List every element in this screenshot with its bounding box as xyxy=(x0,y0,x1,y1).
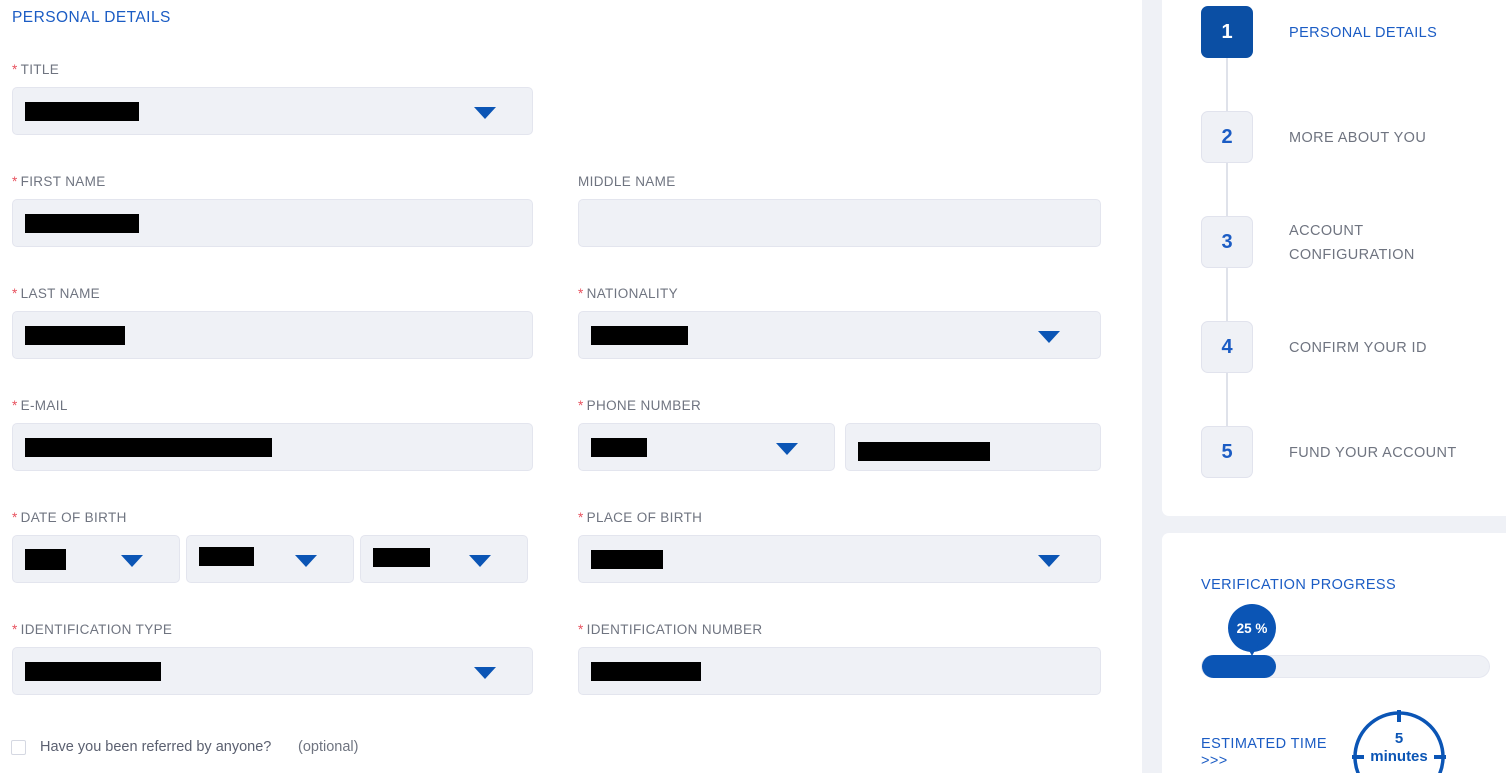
field-identification-type-label: * IDENTIFICATION TYPE xyxy=(12,622,173,637)
required-asterisk: * xyxy=(578,398,584,413)
field-first-name-label: * FIRST NAME xyxy=(12,174,106,189)
field-date-of-birth: * DATE OF BIRTH xyxy=(12,510,528,583)
step-3-badge[interactable]: 3 xyxy=(1201,216,1253,268)
field-identification-number: * IDENTIFICATION NUMBER xyxy=(578,622,1101,695)
redacted-value xyxy=(25,662,161,681)
required-asterisk: * xyxy=(578,510,584,525)
redacted-value xyxy=(25,326,125,345)
redacted-value xyxy=(373,548,430,567)
progress-bar-fill xyxy=(1202,655,1276,678)
field-phone-number: * PHONE NUMBER xyxy=(578,398,1101,471)
middle-name-input[interactable] xyxy=(578,199,1101,247)
sidebar-item-account-configuration[interactable]: ACCOUNT CONFIGURATION xyxy=(1289,219,1419,267)
sidebar-item-confirm-your-id[interactable]: CONFIRM YOUR ID xyxy=(1289,336,1469,360)
required-asterisk: * xyxy=(12,62,18,77)
chevron-down-icon xyxy=(1038,331,1060,343)
sidebar-item-personal-details[interactable]: PERSONAL DETAILS xyxy=(1289,21,1469,45)
progress-percent-label: 25 % xyxy=(1236,620,1268,636)
required-asterisk: * xyxy=(12,174,18,189)
field-place-of-birth: * PLACE OF BIRTH xyxy=(578,510,1101,583)
field-identification-number-label: * IDENTIFICATION NUMBER xyxy=(578,622,763,637)
referral-optional-note: (optional) xyxy=(298,739,359,755)
chevron-down-icon xyxy=(474,667,496,679)
chevron-down-icon xyxy=(1038,555,1060,567)
redacted-value xyxy=(591,550,663,569)
required-asterisk: * xyxy=(12,398,18,413)
field-email-label: * E-MAIL xyxy=(12,398,68,413)
step-4-badge[interactable]: 4 xyxy=(1201,321,1253,373)
identification-number-input[interactable] xyxy=(578,647,1101,695)
field-place-of-birth-label: * PLACE OF BIRTH xyxy=(578,510,703,525)
registration-page: PERSONAL DETAILS * TITLE * FIRST NAME MIDD… xyxy=(0,0,1506,773)
redacted-value xyxy=(25,438,272,457)
chevron-down-icon xyxy=(776,443,798,455)
step-5-number: 5 xyxy=(1221,440,1233,463)
chevron-down-icon xyxy=(469,555,491,567)
step-1-number: 1 xyxy=(1221,20,1233,43)
step-3-number: 3 xyxy=(1221,230,1233,253)
title-select[interactable] xyxy=(12,87,533,135)
field-identification-type: * IDENTIFICATION TYPE xyxy=(12,622,533,695)
required-asterisk: * xyxy=(12,286,18,301)
referral-question-label: Have you been referred by anyone? xyxy=(40,739,272,755)
field-email: * E-MAIL xyxy=(12,398,533,471)
clock-unit: minutes xyxy=(1370,748,1428,765)
required-asterisk: * xyxy=(12,622,18,637)
field-last-name-label: * LAST NAME xyxy=(12,286,101,301)
estimated-time-label: ESTIMATED TIME >>> xyxy=(1201,736,1327,769)
referral-checkbox[interactable] xyxy=(11,740,26,755)
required-asterisk: * xyxy=(578,286,584,301)
step-2-number: 2 xyxy=(1221,125,1233,148)
redacted-value xyxy=(591,662,701,681)
redacted-value xyxy=(591,326,688,345)
page-title: PERSONAL DETAILS xyxy=(12,9,171,26)
field-phone-number-label: * PHONE NUMBER xyxy=(578,398,702,413)
sidebar-item-more-about-you[interactable]: MORE ABOUT YOU xyxy=(1289,126,1469,150)
step-4-number: 4 xyxy=(1221,335,1233,358)
required-asterisk: * xyxy=(12,510,18,525)
chevron-down-icon xyxy=(474,107,496,119)
redacted-value xyxy=(25,549,66,570)
phone-country-code-select[interactable] xyxy=(578,423,835,471)
chevron-down-icon xyxy=(121,555,143,567)
dob-day-select[interactable] xyxy=(12,535,180,583)
field-nationality: * NATIONALITY xyxy=(578,286,1101,359)
estimated-time-arrows: >>> xyxy=(1201,753,1228,769)
dob-month-select[interactable] xyxy=(186,535,354,583)
field-title-label: * TITLE xyxy=(12,62,60,77)
progress-badge-pointer-icon xyxy=(1245,643,1259,656)
redacted-value xyxy=(591,438,647,457)
verification-progress-title: VERIFICATION PROGRESS xyxy=(1201,577,1397,593)
identification-type-select[interactable] xyxy=(12,647,533,695)
redacted-value xyxy=(858,442,990,461)
field-middle-name-label: MIDDLE NAME xyxy=(578,174,676,189)
place-of-birth-select[interactable] xyxy=(578,535,1101,583)
progress-bar-track xyxy=(1201,655,1490,678)
email-input[interactable] xyxy=(12,423,533,471)
field-last-name: * LAST NAME xyxy=(12,286,533,359)
redacted-value xyxy=(199,547,254,566)
field-nationality-label: * NATIONALITY xyxy=(578,286,678,301)
field-middle-name: MIDDLE NAME xyxy=(578,174,1101,247)
phone-number-input[interactable] xyxy=(845,423,1101,471)
field-date-of-birth-label: * DATE OF BIRTH xyxy=(12,510,127,525)
step-1-badge[interactable]: 1 xyxy=(1201,6,1253,58)
field-title: * TITLE xyxy=(12,62,533,135)
dob-year-select[interactable] xyxy=(360,535,528,583)
step-5-badge[interactable]: 5 xyxy=(1201,426,1253,478)
redacted-value xyxy=(25,214,139,233)
redacted-value xyxy=(25,102,139,121)
clock-number: 5 xyxy=(1394,730,1404,747)
nationality-select[interactable] xyxy=(578,311,1101,359)
sidebar-item-fund-your-account[interactable]: FUND YOUR ACCOUNT xyxy=(1289,441,1479,465)
first-name-input[interactable] xyxy=(12,199,533,247)
field-first-name: * FIRST NAME xyxy=(12,174,533,247)
last-name-input[interactable] xyxy=(12,311,533,359)
personal-details-form: PERSONAL DETAILS * TITLE * FIRST NAME MIDD… xyxy=(0,0,1142,773)
chevron-down-icon xyxy=(295,555,317,567)
step-2-badge[interactable]: 2 xyxy=(1201,111,1253,163)
required-asterisk: * xyxy=(578,622,584,637)
